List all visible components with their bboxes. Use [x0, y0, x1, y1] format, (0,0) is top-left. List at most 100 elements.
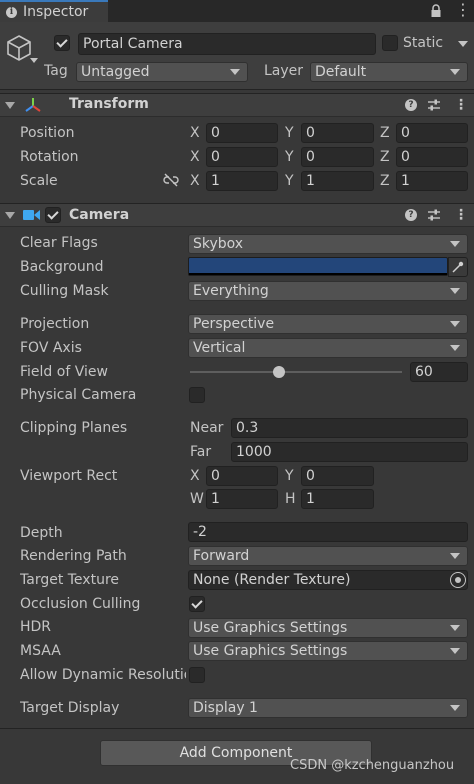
field-of-view-label: Field of View: [20, 364, 108, 380]
more-menu-icon[interactable]: ⋮: [455, 2, 471, 20]
projection-value: Perspective: [193, 316, 275, 332]
fov-axis-value: Vertical: [193, 340, 246, 356]
fov-value-input[interactable]: 60: [410, 362, 468, 382]
tag-value: Untagged: [81, 64, 150, 80]
layer-dropdown[interactable]: Default: [310, 62, 468, 82]
viewport-y-label: Y: [285, 468, 294, 484]
physical-camera-label: Physical Camera: [20, 387, 137, 403]
scale-x-label: X: [190, 173, 200, 189]
fov-slider-thumb[interactable]: [273, 366, 286, 378]
position-x-input[interactable]: 0: [206, 123, 278, 143]
rendering-path-label: Rendering Path: [20, 548, 127, 564]
viewport-h-input[interactable]: 1: [301, 489, 374, 509]
scale-y-label: Y: [285, 173, 294, 189]
fov-slider-track[interactable]: [190, 371, 402, 373]
near-label: Near: [190, 420, 224, 436]
target-display-label: Target Display: [20, 700, 120, 716]
rotation-label: Rotation: [20, 149, 79, 165]
projection-dropdown[interactable]: Perspective: [188, 314, 468, 334]
physical-camera-checkbox[interactable]: [189, 387, 205, 403]
culling-mask-dropdown[interactable]: Everything: [188, 281, 468, 301]
static-checkbox[interactable]: [382, 35, 398, 51]
clear-flags-label: Clear Flags: [20, 235, 98, 251]
camera-icon: [23, 210, 40, 220]
dynamic-resolution-label: Allow Dynamic Resolution: [20, 667, 186, 683]
section-divider: [0, 728, 474, 729]
gameobject-cube-icon: [7, 35, 31, 61]
gameobject-name-input[interactable]: Portal Camera: [78, 33, 376, 55]
target-texture-field[interactable]: None (Render Texture): [188, 570, 468, 590]
constrain-proportions-icon[interactable]: [163, 173, 179, 187]
far-label: Far: [190, 444, 212, 460]
rendering-path-dropdown[interactable]: Forward: [188, 546, 468, 566]
layer-label: Layer: [264, 63, 304, 79]
layer-value: Default: [315, 64, 367, 80]
far-input[interactable]: 1000: [231, 442, 468, 462]
component-menu-icon[interactable]: ⋮: [454, 98, 468, 112]
msaa-value: Use Graphics Settings: [193, 643, 348, 659]
transform-fold-icon[interactable]: [5, 102, 15, 109]
position-y-input[interactable]: 0: [301, 123, 374, 143]
rotation-z-input[interactable]: 0: [396, 147, 468, 167]
culling-mask-value: Everything: [193, 283, 269, 299]
depth-input[interactable]: -2: [188, 522, 468, 542]
background-label: Background: [20, 259, 104, 275]
static-dropdown-arrow[interactable]: [458, 41, 468, 47]
target-display-value: Display 1: [193, 700, 258, 716]
msaa-label: MSAA: [20, 643, 61, 659]
position-label: Position: [20, 125, 75, 141]
target-texture-value: None (Render Texture): [193, 572, 351, 588]
fov-axis-label: FOV Axis: [20, 340, 82, 356]
viewport-x-input[interactable]: 0: [206, 466, 278, 486]
active-checkbox[interactable]: [54, 35, 70, 51]
presets-icon[interactable]: [428, 99, 440, 111]
clear-flags-dropdown[interactable]: Skybox: [188, 234, 468, 254]
tab-inspector-label: Inspector: [23, 4, 89, 20]
info-icon: i: [6, 6, 17, 18]
rotation-y-label: Y: [285, 149, 294, 165]
occlusion-culling-checkbox[interactable]: [189, 596, 205, 612]
dynamic-resolution-checkbox[interactable]: [189, 667, 205, 683]
help-icon[interactable]: ?: [405, 99, 417, 111]
icon-dropdown-arrow[interactable]: [30, 58, 38, 63]
camera-presets-icon[interactable]: [428, 209, 440, 221]
viewport-rect-label: Viewport Rect: [20, 468, 118, 484]
position-z-input[interactable]: 0: [396, 123, 468, 143]
camera-fold-icon[interactable]: [5, 212, 15, 219]
msaa-dropdown[interactable]: Use Graphics Settings: [188, 641, 468, 661]
camera-help-icon[interactable]: ?: [405, 209, 417, 221]
background-alpha-strip: [189, 273, 447, 275]
watermark: CSDN @kzchenguanzhou: [290, 758, 455, 773]
transform-title: Transform: [69, 96, 149, 112]
lock-icon[interactable]: [430, 4, 442, 18]
eyedropper-button[interactable]: [448, 257, 468, 277]
position-z-label: Z: [380, 125, 390, 141]
tag-dropdown[interactable]: Untagged: [76, 62, 248, 82]
clipping-planes-label: Clipping Planes: [20, 420, 128, 436]
viewport-h-label: H: [285, 491, 296, 507]
hdr-dropdown[interactable]: Use Graphics Settings: [188, 618, 468, 638]
clear-flags-value: Skybox: [193, 236, 244, 252]
tab-inspector[interactable]: i Inspector: [0, 0, 108, 22]
projection-label: Projection: [20, 316, 90, 332]
tag-label: Tag: [44, 63, 68, 79]
viewport-y-input[interactable]: 0: [301, 466, 374, 486]
position-x-label: X: [190, 125, 200, 141]
static-label: Static: [403, 35, 444, 51]
rotation-z-label: Z: [380, 149, 390, 165]
rotation-y-input[interactable]: 0: [301, 147, 374, 167]
fov-axis-dropdown[interactable]: Vertical: [188, 338, 468, 358]
scale-z-input[interactable]: 1: [396, 171, 468, 191]
camera-enabled-checkbox[interactable]: [45, 207, 61, 223]
position-y-label: Y: [285, 125, 294, 141]
object-picker-icon[interactable]: [450, 572, 466, 588]
scale-x-input[interactable]: 1: [206, 171, 278, 191]
near-input[interactable]: 0.3: [231, 418, 468, 438]
target-display-dropdown[interactable]: Display 1: [188, 698, 468, 718]
scale-y-input[interactable]: 1: [301, 171, 374, 191]
rotation-x-input[interactable]: 0: [206, 147, 278, 167]
viewport-x-label: X: [190, 468, 200, 484]
viewport-w-input[interactable]: 1: [206, 489, 278, 509]
camera-component-menu-icon[interactable]: ⋮: [454, 208, 468, 222]
rotation-x-label: X: [190, 149, 200, 165]
